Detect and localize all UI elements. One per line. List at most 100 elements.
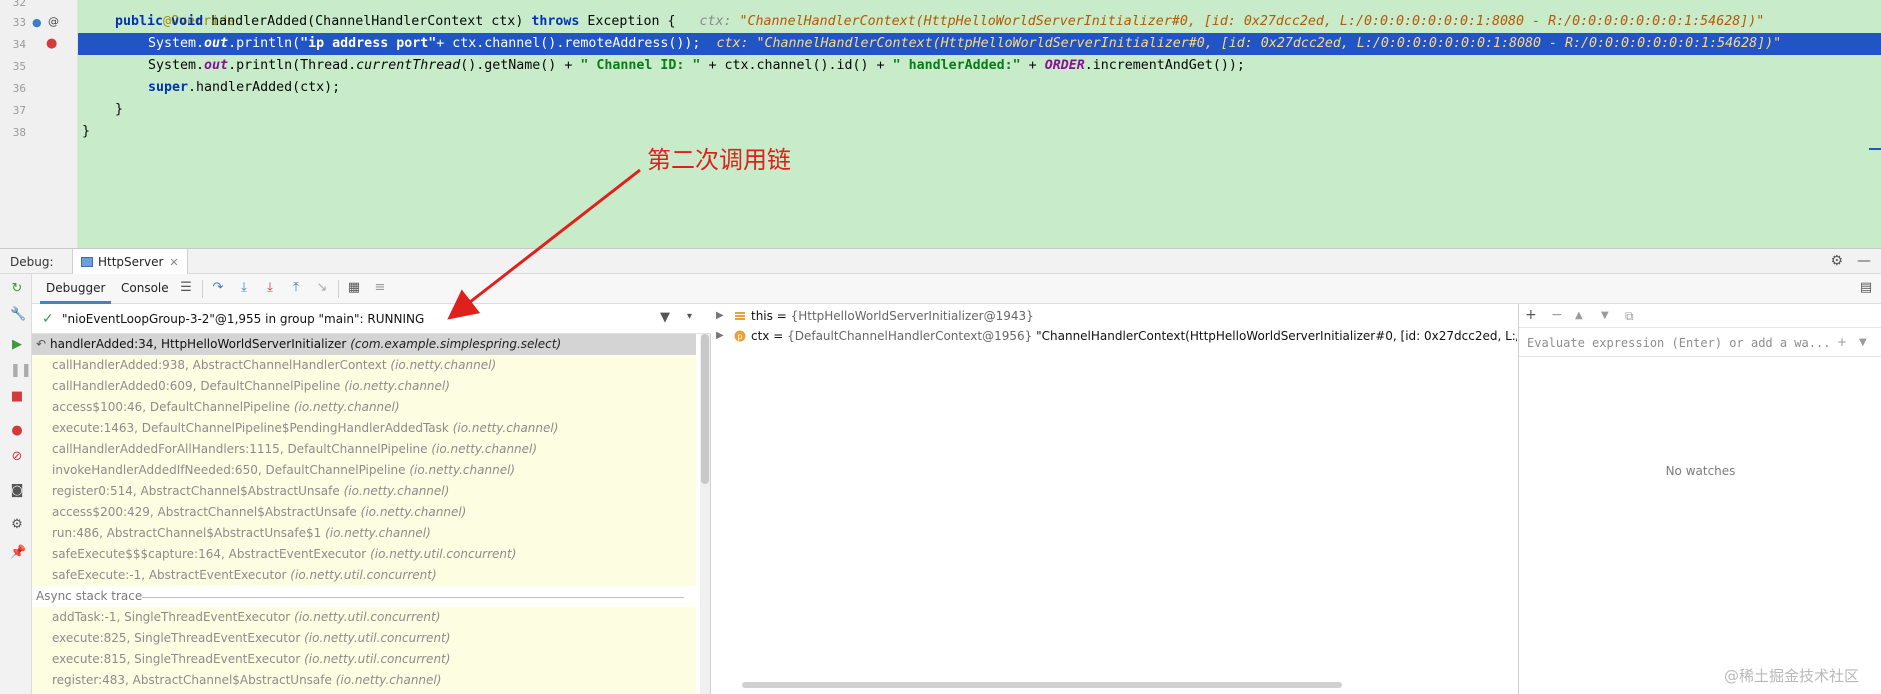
scrollbar-thumb[interactable] xyxy=(701,334,709,484)
remove-icon[interactable]: − xyxy=(1551,307,1563,323)
field-list-icon xyxy=(735,312,745,320)
gear-icon[interactable]: ⚙ xyxy=(1830,253,1843,269)
empty-watches-label: No watches xyxy=(1665,464,1736,478)
frame-item[interactable]: access$100:46, DefaultChannelPipeline (i… xyxy=(32,397,696,418)
gutter-line: 36 xyxy=(0,78,78,100)
watches-panel: + − ▲ ▼ ⧉ Evaluate expression (Enter) or… xyxy=(1518,304,1881,694)
rerun-icon[interactable]: ↻ xyxy=(10,282,24,296)
move-down-icon[interactable]: ▼ xyxy=(1601,310,1609,321)
add-watch-icon[interactable]: + xyxy=(1837,335,1847,349)
settings-icon[interactable]: ⚙ xyxy=(10,518,24,532)
view-breakpoints-icon[interactable]: ● xyxy=(10,424,24,438)
inline-value-hint: ctx: "ChannelHandlerContext(HttpHelloWor… xyxy=(699,14,1765,29)
async-stack-label: Async stack trace xyxy=(36,589,149,603)
frames-panel: ✓ "nioEventLoopGroup-3-2"@1,955 in group… xyxy=(32,304,711,694)
frame-item[interactable]: execute:1463, DefaultChannelPipeline$Pen… xyxy=(32,418,696,439)
tab-console[interactable]: Console xyxy=(121,281,169,295)
move-up-icon[interactable]: ▲ xyxy=(1575,310,1583,321)
variable-row-ctx[interactable]: ▶ p ctx = {DefaultChannelHandlerContext@… xyxy=(712,326,1517,346)
filter-icon[interactable]: ▼ xyxy=(660,310,670,325)
frames-scrollbar[interactable] xyxy=(700,334,710,694)
code-line: } xyxy=(115,102,124,117)
variable-row-this[interactable]: ▶ this = {HttpHelloWorldServerInitialize… xyxy=(712,306,1517,326)
code-area[interactable]: @Override public void handlerAdded(Chann… xyxy=(78,0,1881,248)
close-icon[interactable]: ✕ xyxy=(169,256,178,269)
wrench-icon[interactable]: 🔧 xyxy=(10,308,26,322)
frame-item-current[interactable]: ↶ handlerAdded:34, HttpHelloWorldServerIn… xyxy=(32,334,696,355)
mute-breakpoints-icon[interactable]: ⊘ xyxy=(10,450,24,464)
watch-expression-input[interactable]: Evaluate expression (Enter) or add a wa.… xyxy=(1519,329,1881,357)
gutter-line: 38 xyxy=(0,122,78,144)
thread-selector[interactable]: ✓ "nioEventLoopGroup-3-2"@1,955 in group… xyxy=(32,304,711,334)
annotation-at-icon: @ xyxy=(48,15,59,28)
session-tab-httpserver[interactable]: HttpServer ✕ xyxy=(72,249,188,274)
force-step-into-icon[interactable]: ⤓ xyxy=(262,280,278,296)
chevron-down-icon[interactable]: ▾ xyxy=(687,311,692,322)
code-line: } xyxy=(82,124,91,139)
async-frame-item[interactable]: execute:825, SingleThreadEventExecutor (… xyxy=(32,628,696,649)
step-out-icon[interactable]: ⤒ xyxy=(288,280,304,296)
line-number: 37 xyxy=(12,104,26,117)
session-tab-label: HttpServer xyxy=(98,255,164,269)
variables-hscrollbar[interactable] xyxy=(712,682,1517,690)
layout-menu-icon[interactable]: ☰ xyxy=(178,280,194,296)
watch-placeholder: Evaluate expression (Enter) or add a wa.… xyxy=(1527,336,1831,350)
expand-arrow-icon[interactable]: ▶ xyxy=(716,326,724,346)
toolbar-separator xyxy=(202,280,203,298)
frame-item[interactable]: callHandlerAdded0:609, DefaultChannelPip… xyxy=(32,376,696,397)
restore-layout-icon[interactable]: ▤ xyxy=(1858,280,1874,296)
gutter-line: 35 xyxy=(0,56,78,78)
run-config-icon xyxy=(81,257,93,267)
camera-icon[interactable]: ◙ xyxy=(10,484,24,498)
add-icon[interactable]: + xyxy=(1525,307,1537,323)
step-into-icon[interactable]: ⤓ xyxy=(236,280,252,296)
override-icon[interactable]: ● xyxy=(32,16,42,30)
minimize-icon[interactable]: — xyxy=(1857,253,1871,269)
frame-item[interactable]: invokeHandlerAddedIfNeeded:650, DefaultC… xyxy=(32,460,696,481)
frame-item[interactable]: access$200:429, AbstractChannel$Abstract… xyxy=(32,502,696,523)
watches-toolbar: + − ▲ ▼ ⧉ xyxy=(1519,304,1881,328)
gutter-line: 37 xyxy=(0,100,78,122)
async-frame-item[interactable]: addTask:-1, SingleThreadEventExecutor (i… xyxy=(32,607,696,628)
frame-list: ↶ handlerAdded:34, HttpHelloWorldServerIn… xyxy=(32,334,696,694)
parameter-icon: p xyxy=(734,330,746,342)
gutter-line: 34 ● xyxy=(0,34,78,56)
resume-icon[interactable]: ▶ xyxy=(10,338,24,352)
variables-panel: ▶ this = {HttpHelloWorldServerInitialize… xyxy=(712,304,1517,694)
scroll-marker[interactable] xyxy=(1869,148,1881,150)
frame-item[interactable]: run:486, AbstractChannel$AbstractUnsafe$… xyxy=(32,523,696,544)
copy-icon[interactable]: ⧉ xyxy=(1625,309,1634,324)
trace-icon[interactable]: ≡ xyxy=(372,280,388,296)
code-line: super.handlerAdded(ctx); xyxy=(148,80,341,95)
variable-type: {HttpHelloWorldServerInitializer@1943} xyxy=(790,309,1034,323)
frame-item[interactable]: callHandlerAdded:938, AbstractChannelHan… xyxy=(32,355,696,376)
debug-title: Debug: xyxy=(10,255,54,269)
line-number: 38 xyxy=(12,126,26,139)
pin-icon[interactable]: 📌 xyxy=(10,546,26,560)
stop-icon[interactable]: ■ xyxy=(10,390,24,404)
async-frame-item[interactable]: execute:815, SingleThreadEventExecutor (… xyxy=(32,649,696,670)
frame-item[interactable]: callHandlerAddedForAllHandlers:1115, Def… xyxy=(32,439,696,460)
run-to-cursor-icon[interactable]: ↘ xyxy=(314,280,330,296)
gutter-line: 33 ● @ xyxy=(0,12,78,34)
tab-debugger[interactable]: Debugger xyxy=(39,281,112,304)
line-number: 32 xyxy=(12,0,26,9)
pause-icon[interactable]: ❚❚ xyxy=(10,364,32,378)
history-dropdown-icon[interactable]: ▼ xyxy=(1859,337,1867,348)
toolbar-separator xyxy=(338,280,339,298)
scrollbar-thumb[interactable] xyxy=(742,682,1342,688)
frame-item[interactable]: safeExecute:-1, AbstractEventExecutor (i… xyxy=(32,565,696,586)
breakpoint-icon[interactable]: ● xyxy=(46,37,57,51)
line-number: 36 xyxy=(12,82,26,95)
watermark: @稀土掘金技术社区 xyxy=(1723,667,1859,685)
expand-arrow-icon[interactable]: ▶ xyxy=(716,306,724,326)
variable-value: "ChannelHandlerContext(HttpHelloWorldSer… xyxy=(1036,329,1517,343)
async-frame-item[interactable]: register:483, AbstractChannel$AbstractUn… xyxy=(32,670,696,691)
code-editor[interactable]: 32 33 ● @ 34 ● 35 36 37 38 @Override pub… xyxy=(0,0,1881,248)
step-over-icon[interactable]: ↷ xyxy=(210,280,226,296)
evaluate-expression-icon[interactable]: ▦ xyxy=(346,280,362,296)
line-number: 35 xyxy=(12,60,26,73)
frame-item[interactable]: safeExecute$$$capture:164, AbstractEvent… xyxy=(32,544,696,565)
check-icon: ✓ xyxy=(42,311,54,327)
frame-item[interactable]: register0:514, AbstractChannel$AbstractU… xyxy=(32,481,696,502)
